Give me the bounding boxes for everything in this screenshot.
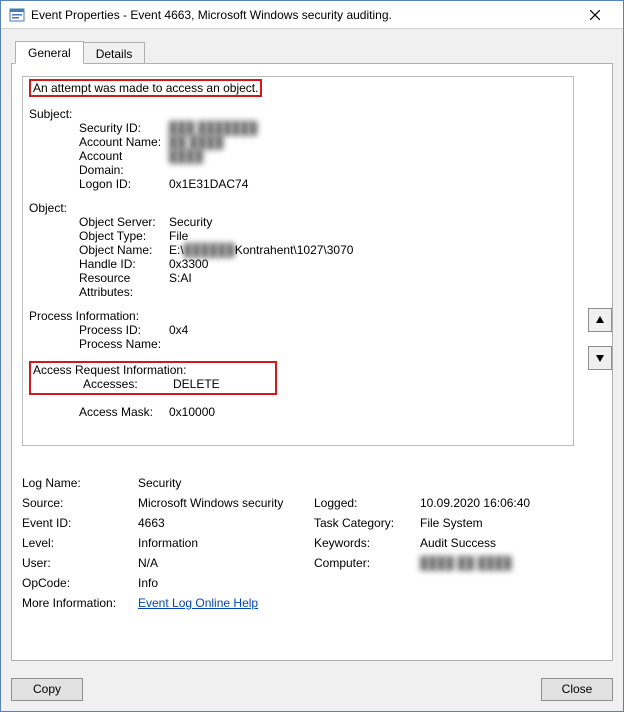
source-value: Microsoft Windows security	[138, 496, 308, 510]
event-description-box: An attempt was made to access an object.…	[22, 76, 574, 446]
app-icon	[9, 7, 25, 23]
accesses-label: Accesses:	[33, 377, 173, 391]
process-name-label: Process Name:	[29, 337, 169, 351]
object-server-label: Object Server:	[29, 215, 169, 229]
copy-button[interactable]: Copy	[11, 678, 83, 701]
level-label: Level:	[22, 536, 132, 550]
opcode-value: Info	[138, 576, 602, 590]
tab-strip: General Details	[11, 39, 613, 63]
event-log-help-link[interactable]: Event Log Online Help	[138, 596, 258, 610]
level-value: Information	[138, 536, 308, 550]
handle-id-value: 0x3300	[169, 257, 567, 271]
close-button[interactable]: Close	[541, 678, 613, 701]
access-mask-label: Access Mask:	[29, 405, 169, 419]
object-type-value: File	[169, 229, 567, 243]
access-request-highlight: Access Request Information: Accesses:DEL…	[29, 361, 277, 395]
accesses-value: DELETE	[173, 377, 273, 391]
dialog-footer: Copy Close	[1, 667, 623, 711]
task-category-label: Task Category:	[314, 516, 414, 530]
window-title: Event Properties - Event 4663, Microsoft…	[31, 8, 575, 22]
event-id-label: Event ID:	[22, 516, 132, 530]
arrow-up-icon	[595, 315, 605, 325]
tab-general[interactable]: General	[15, 41, 84, 64]
resource-attributes-label: Resource Attributes:	[29, 271, 169, 299]
security-id-value: ███ ███████	[169, 121, 567, 135]
event-headline: An attempt was made to access an object.	[29, 79, 262, 97]
more-info-label: More Information:	[22, 596, 132, 610]
title-bar: Event Properties - Event 4663, Microsoft…	[1, 1, 623, 29]
dialog-body: General Details An attempt was made to a…	[1, 29, 623, 667]
object-server-value: Security	[169, 215, 567, 229]
prev-event-button[interactable]	[588, 308, 612, 332]
event-id-value: 4663	[138, 516, 308, 530]
resource-attributes-value: S:AI	[169, 271, 567, 299]
handle-id-label: Handle ID:	[29, 257, 169, 271]
object-header: Object:	[29, 201, 567, 215]
keywords-value: Audit Success	[420, 536, 602, 550]
computer-label: Computer:	[314, 556, 414, 570]
event-properties-window: Event Properties - Event 4663, Microsoft…	[0, 0, 624, 712]
account-domain-value: ████	[169, 149, 567, 177]
computer-value: ████ ██ ████	[420, 556, 602, 570]
account-name-label: Account Name:	[29, 135, 169, 149]
opcode-label: OpCode:	[22, 576, 132, 590]
access-request-header: Access Request Information:	[33, 363, 273, 377]
source-label: Source:	[22, 496, 132, 510]
user-label: User:	[22, 556, 132, 570]
subject-header: Subject:	[29, 107, 567, 121]
user-value: N/A	[138, 556, 308, 570]
access-mask-value: 0x10000	[169, 405, 567, 419]
logon-id-value: 0x1E31DAC74	[169, 177, 567, 191]
process-id-label: Process ID:	[29, 323, 169, 337]
account-name-value: ██ ████	[169, 135, 567, 149]
process-name-value	[169, 337, 567, 351]
tab-panel-general: An attempt was made to access an object.…	[11, 63, 613, 661]
keywords-label: Keywords:	[314, 536, 414, 550]
close-icon	[590, 10, 600, 20]
logged-value: 10.09.2020 16:06:40	[420, 496, 602, 510]
event-metadata-grid: Log Name: Security Source: Microsoft Win…	[22, 476, 602, 610]
object-type-label: Object Type:	[29, 229, 169, 243]
process-id-value: 0x4	[169, 323, 567, 337]
nav-arrow-group	[588, 308, 614, 384]
account-domain-label: Account Domain:	[29, 149, 169, 177]
arrow-down-icon	[595, 353, 605, 363]
object-name-value: E:\██████Kontrahent\1027\3070	[169, 243, 567, 257]
task-category-value: File System	[420, 516, 602, 530]
next-event-button[interactable]	[588, 346, 612, 370]
log-name-label: Log Name:	[22, 476, 132, 490]
log-name-value: Security	[138, 476, 602, 490]
window-close-button[interactable]	[575, 1, 615, 28]
security-id-label: Security ID:	[29, 121, 169, 135]
tab-details[interactable]: Details	[83, 42, 146, 64]
object-name-label: Object Name:	[29, 243, 169, 257]
logged-label: Logged:	[314, 496, 414, 510]
process-info-header: Process Information:	[29, 309, 567, 323]
logon-id-label: Logon ID:	[29, 177, 169, 191]
